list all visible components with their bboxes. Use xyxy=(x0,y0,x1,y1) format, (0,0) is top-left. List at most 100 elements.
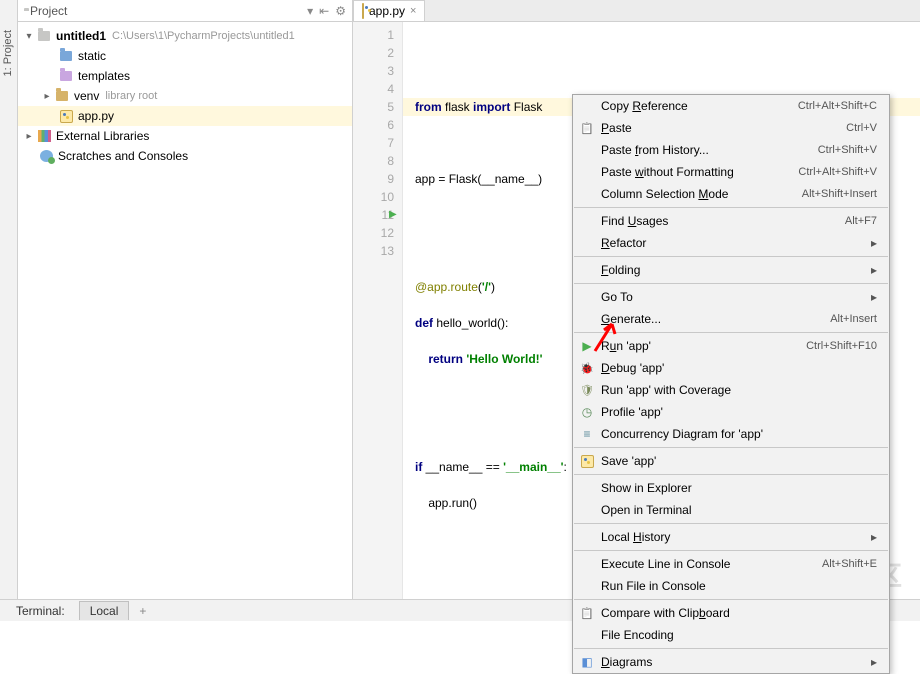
libraries-icon xyxy=(36,129,52,143)
folder-icon xyxy=(36,29,52,43)
menu-item[interactable]: Run File in Console xyxy=(573,575,889,597)
line-number: 7 xyxy=(353,134,394,152)
python-file-icon xyxy=(579,453,595,469)
menu-item[interactable]: Show in Explorer xyxy=(573,477,889,499)
menu-item[interactable]: Paste from History...Ctrl+Shift+V xyxy=(573,139,889,161)
menu-item[interactable]: Copy ReferenceCtrl+Alt+Shift+C xyxy=(573,95,889,117)
tree-item-templates[interactable]: templates xyxy=(18,66,352,86)
submenu-arrow-icon: ▸ xyxy=(871,263,877,277)
menu-item[interactable]: ≡Concurrency Diagram for 'app' xyxy=(573,423,889,445)
menu-item[interactable]: Folding ▸ xyxy=(573,259,889,281)
line-number: 3 xyxy=(353,62,394,80)
line-number: 6 xyxy=(353,116,394,134)
menu-item-label: Find Usages xyxy=(601,214,668,228)
terminal-tab-local[interactable]: Local xyxy=(79,601,130,620)
python-file-icon xyxy=(362,4,364,18)
menu-item-label: Generate... xyxy=(601,312,661,326)
project-toolwindow-tab[interactable]: 1: Project xyxy=(2,30,14,76)
menu-item[interactable]: 📋PasteCtrl+V xyxy=(573,117,889,139)
collapse-icon[interactable]: ⇤ xyxy=(319,4,329,18)
chevron-right-icon[interactable]: ▸ xyxy=(22,131,36,142)
menu-item-label: Folding xyxy=(601,263,640,277)
menu-item-label: Show in Explorer xyxy=(601,481,692,495)
menu-item[interactable]: Find UsagesAlt+F7 xyxy=(573,210,889,232)
run-gutter-icon[interactable]: ▶ xyxy=(389,206,397,224)
project-header-title: Project xyxy=(30,4,301,18)
tree-item-venv[interactable]: ▸ venv library root xyxy=(18,86,352,106)
menu-item[interactable]: 🐞Debug 'app' xyxy=(573,357,889,379)
menu-separator xyxy=(574,648,888,649)
tree-hint: C:\Users\1\PycharmProjects\untitled1 xyxy=(112,30,295,42)
close-icon[interactable]: × xyxy=(410,5,416,17)
line-number: 4 xyxy=(353,80,394,98)
menu-item-label: Paste from History... xyxy=(601,143,709,157)
menu-item-label: Execute Line in Console xyxy=(601,557,730,571)
menu-shortcut: Alt+Insert xyxy=(830,313,877,325)
chevron-down-icon[interactable]: ▾ xyxy=(22,31,36,42)
menu-item[interactable]: Save 'app' xyxy=(573,450,889,472)
chevron-right-icon[interactable]: ▸ xyxy=(40,91,54,102)
project-tree: ▾ untitled1 C:\Users\1\PycharmProjects\u… xyxy=(18,22,352,599)
tree-item-app-py[interactable]: app.py xyxy=(18,106,352,126)
tree-item-external-libraries[interactable]: ▸ External Libraries xyxy=(18,126,352,146)
menu-item-label: Go To xyxy=(601,290,633,304)
clock-icon: ◷ xyxy=(579,404,595,420)
line-number: 1 xyxy=(353,26,394,44)
menu-separator xyxy=(574,283,888,284)
menu-item[interactable]: Execute Line in Console Alt+Shift+E xyxy=(573,553,889,575)
menu-shortcut: Alt+Shift+E xyxy=(822,558,877,570)
menu-item[interactable]: 🛡Run 'app' with Coverage xyxy=(573,379,889,401)
menu-item-label: Column Selection Mode xyxy=(601,187,728,201)
menu-item[interactable]: Open in Terminal xyxy=(573,499,889,521)
folder-icon xyxy=(58,49,74,63)
menu-item-label: File Encoding xyxy=(601,628,674,642)
menu-item[interactable]: Paste without FormattingCtrl+Alt+Shift+V xyxy=(573,161,889,183)
clipboard-icon: 📋 xyxy=(579,120,595,136)
line-number: 8 xyxy=(353,152,394,170)
menu-separator xyxy=(574,599,888,600)
line-number: 11 xyxy=(353,206,394,224)
menu-item-label: Compare with Clipboard xyxy=(601,606,730,620)
editor-tab-app-py[interactable]: app.py × xyxy=(353,0,425,21)
menu-item[interactable]: Local History▸ xyxy=(573,526,889,548)
folder-icon xyxy=(54,89,70,103)
tree-item-scratches[interactable]: Scratches and Consoles xyxy=(18,146,352,166)
tree-label: External Libraries xyxy=(56,129,149,143)
menu-shortcut: Ctrl+Alt+Shift+C xyxy=(798,100,877,112)
menu-item[interactable]: ▶Run 'app'Ctrl+Shift+F10 xyxy=(573,335,889,357)
menu-item-label: Run 'app' xyxy=(601,339,651,353)
menu-item-label: Save 'app' xyxy=(601,454,656,468)
scratches-icon xyxy=(38,149,54,163)
menu-item-label: Refactor xyxy=(601,236,646,250)
left-toolstrip: 1: Project xyxy=(0,0,18,599)
bug-icon: 🐞 xyxy=(579,360,595,376)
menu-item-label: Concurrency Diagram for 'app' xyxy=(601,427,763,441)
menu-item[interactable]: Refactor▸ xyxy=(573,232,889,254)
menu-item[interactable]: File Encoding xyxy=(573,624,889,646)
menu-separator xyxy=(574,447,888,448)
line-number: 5 xyxy=(353,98,394,116)
chevron-down-icon[interactable]: ▾ xyxy=(307,4,313,18)
menu-item-label: Run 'app' with Coverage xyxy=(601,383,731,397)
tree-item-static[interactable]: static xyxy=(18,46,352,66)
menu-shortcut: Ctrl+Alt+Shift+V xyxy=(798,166,877,178)
add-terminal-button[interactable]: + xyxy=(133,604,152,618)
menu-item[interactable]: ◧Diagrams▸ xyxy=(573,651,889,673)
menu-item[interactable]: Generate... Alt+Insert xyxy=(573,308,889,330)
menu-item[interactable]: Go To▸ xyxy=(573,286,889,308)
tree-label: venv xyxy=(74,89,99,103)
tree-hint: library root xyxy=(105,90,157,102)
clipboard-icon: 📋 xyxy=(579,605,595,621)
editor-gutter: 1 2 3 4 5 6 7 8 9 10 11 12 13 ▶ xyxy=(353,22,403,599)
menu-separator xyxy=(574,332,888,333)
menu-item-label: Profile 'app' xyxy=(601,405,663,419)
menu-item[interactable]: Column Selection ModeAlt+Shift+Insert xyxy=(573,183,889,205)
terminal-label: Terminal: xyxy=(6,602,75,620)
menu-item[interactable]: ◷ Profile 'app' xyxy=(573,401,889,423)
tree-root[interactable]: ▾ untitled1 C:\Users\1\PycharmProjects\u… xyxy=(18,26,352,46)
menu-separator xyxy=(574,550,888,551)
line-number: 12 xyxy=(353,224,394,242)
gear-icon[interactable]: ⚙ xyxy=(335,4,346,18)
context-menu: Copy ReferenceCtrl+Alt+Shift+C📋PasteCtrl… xyxy=(572,94,890,674)
menu-separator xyxy=(574,474,888,475)
